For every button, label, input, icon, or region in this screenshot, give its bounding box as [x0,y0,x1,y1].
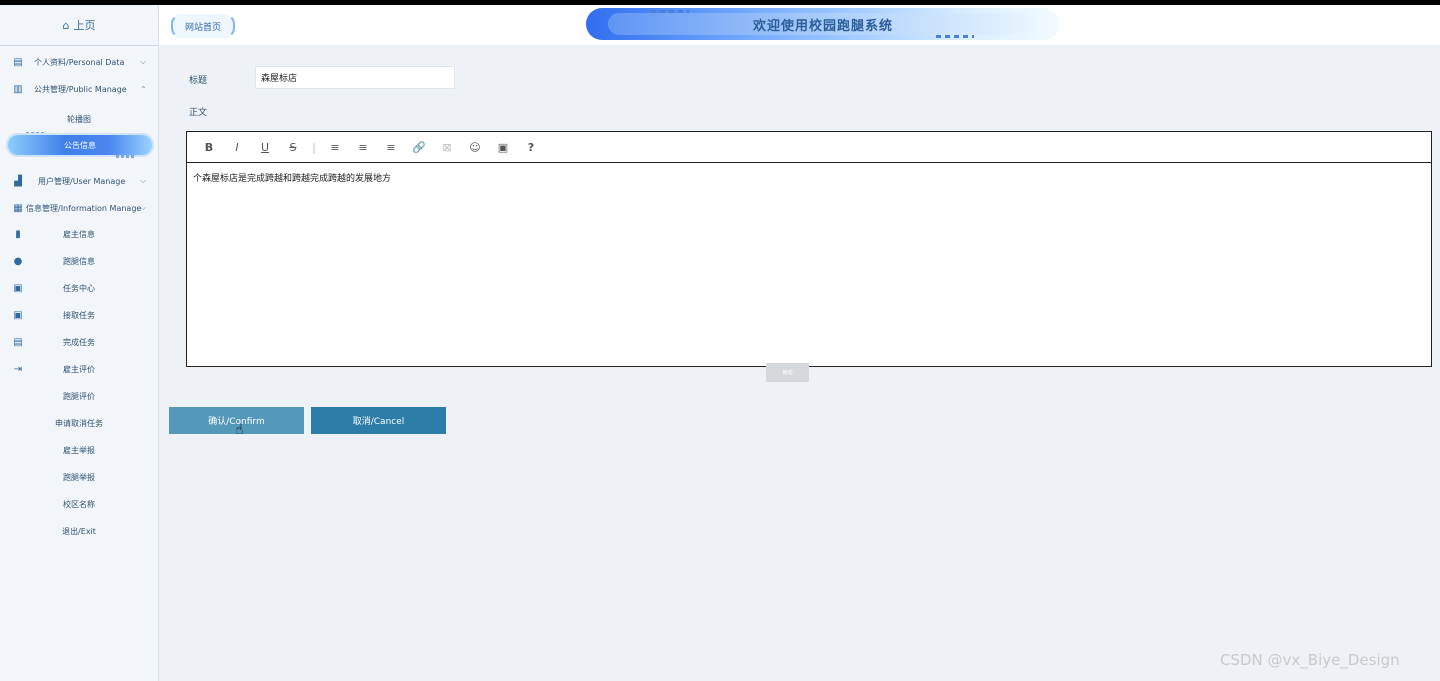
chart-icon: ▦ [13,202,23,214]
sidebar-item-employer-info[interactable]: ▮ 雇主信息 [0,224,158,244]
chevron-up-icon: ⌃ [140,84,147,94]
underline-button[interactable]: U [251,137,279,157]
banner-title: 欢迎使用校园跑腿系统 [752,18,893,34]
rich-text-editor[interactable]: B I U S | ≡ ≡ ≡ 🔗 ⊠ ☺ ▣ ? 个森屋标店是完成跨越和跨越完… [186,131,1432,367]
sidebar-item-personal-data[interactable]: ▤ 个人资料/Personal Data ⌵ [0,51,158,73]
sidebar-item-runner-report[interactable]: 跑腿举报 [0,467,158,487]
users-icon: ▟ [14,175,22,187]
sidebar-item-employer-report[interactable]: 雇主举报 [0,440,158,460]
image-icon[interactable]: ▣ [489,137,517,157]
toolbar-separator: | [312,140,316,154]
align-right-icon[interactable]: ≡ [377,137,405,157]
sidebar-home[interactable]: ⌂ 上页 [0,5,158,46]
website-home-link[interactable]: 网站首页 [171,14,235,38]
chevron-down-icon: ⌵ [140,203,147,212]
clipboard-icon: ▥ [13,83,23,95]
sidebar-item-complete-task[interactable]: ▤ 完成任务 [0,332,158,352]
chevron-down-icon: ⌵ [140,57,147,66]
editor-resize-handle[interactable]: 拖动 [766,363,809,382]
editor-content[interactable]: 个森屋标店是完成跨越和跨越完成跨越的发展地方 [187,163,1431,192]
sidebar-item-carousel[interactable]: 轮播图 [0,109,158,129]
editor-toolbar: B I U S | ≡ ≡ ≡ 🔗 ⊠ ☺ ▣ ? [187,132,1431,163]
title-input[interactable] [255,66,455,89]
link-icon[interactable]: 🔗 [405,137,433,157]
document-icon: ▤ [13,56,23,68]
sidebar: ⌂ 上页 ▤ 个人资料/Personal Data ⌵ ▥ 公共管理/Publi… [0,5,159,681]
body-label: 正文 [189,108,208,118]
welcome-banner: 欢迎使用校园跑腿系统 [586,8,1060,40]
title-label: 标题 [189,76,208,86]
banner-decoration [936,35,974,38]
strikethrough-button[interactable]: S [279,137,307,157]
italic-button[interactable]: I [223,137,251,157]
sidebar-item-task-center[interactable]: ▣ 任务中心 [0,278,158,298]
sidebar-item-employer-review[interactable]: ⇥ 雇主评价 [0,359,158,379]
sidebar-item-runner-review[interactable]: 跑腿评价 [0,386,158,406]
help-icon[interactable]: ? [517,137,545,157]
align-center-icon[interactable]: ≡ [349,137,377,157]
book-icon: ▤ [13,336,23,348]
calendar-check-icon: ▣ [13,309,23,321]
sidebar-home-label: 上页 [73,19,96,32]
cancel-button[interactable]: 取消/Cancel [311,407,446,434]
sidebar-item-information-manage[interactable]: ▦ 信息管理/Information Manage ⌵ [0,197,158,219]
bookmark-icon: ▮ [15,228,21,240]
chevron-down-icon: ⌵ [140,176,147,185]
sidebar-item-public-manage[interactable]: ▥ 公共管理/Public Manage ⌃ [0,78,158,100]
sidebar-item-user-manage[interactable]: ▟ 用户管理/User Manage ⌵ [0,170,158,192]
home-icon: ⌂ [62,18,70,32]
unlink-icon[interactable]: ⊠ [433,137,461,157]
header: 网站首页 欢迎使用校园跑腿系统 [159,5,1440,45]
sidebar-item-runner-info[interactable]: ● 跑腿信息 [0,251,158,271]
hand-cursor-icon: ☝ [235,422,244,438]
watermark: CSDN @vx_Biye_Design [1220,651,1400,669]
calendar-icon: ▣ [13,282,23,294]
banner-decoration [651,10,689,13]
emoji-icon[interactable]: ☺ [461,137,489,157]
sidebar-item-announcement[interactable]: 公告信息 [6,133,154,157]
logout-icon: ⇥ [13,363,23,375]
sidebar-item-campus-name[interactable]: 校区名称 [0,494,158,514]
user-icon: ● [13,255,23,267]
sidebar-item-accept-task[interactable]: ▣ 接取任务 [0,305,158,325]
sidebar-item-exit[interactable]: 退出/Exit [0,521,158,541]
pill-decoration [116,155,134,158]
align-left-icon[interactable]: ≡ [321,137,349,157]
bold-button[interactable]: B [195,137,223,157]
sidebar-item-cancel-task[interactable]: 申请取消任务 [0,413,158,433]
